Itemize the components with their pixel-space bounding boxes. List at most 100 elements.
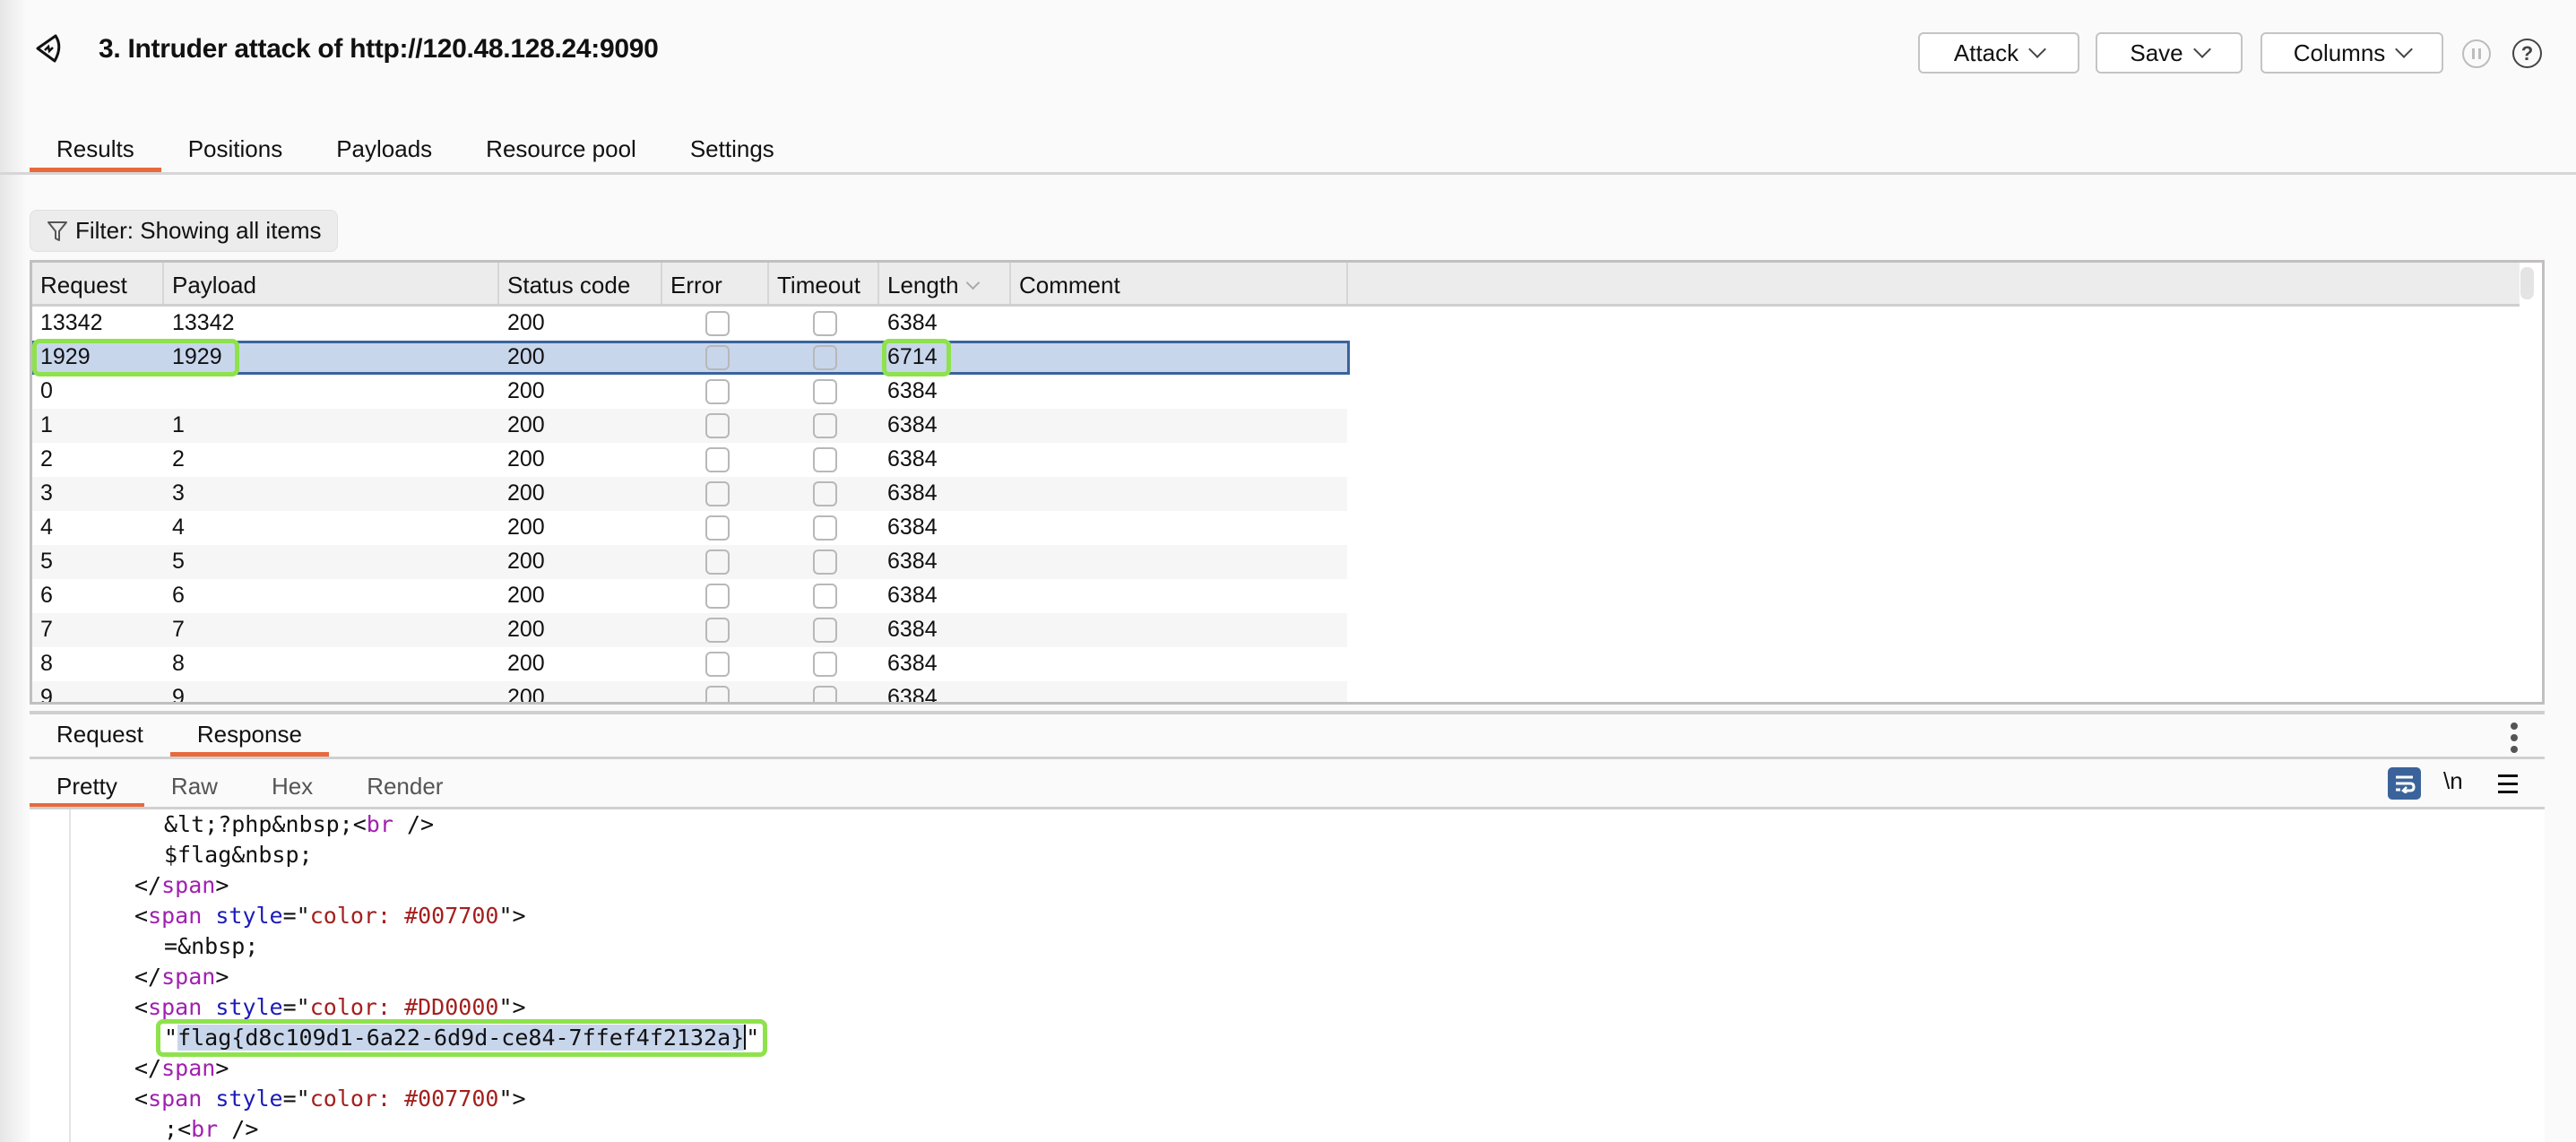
column-header-error[interactable]: Error — [662, 263, 769, 304]
error-checkbox[interactable] — [705, 345, 730, 370]
tab-render[interactable]: Render — [340, 767, 470, 808]
cell-status-code: 200 — [507, 651, 545, 676]
cell-length: 6384 — [887, 651, 938, 676]
table-row[interactable]: 1 1 200 6384 — [32, 409, 1347, 443]
tab-resource-pool[interactable]: Resource pool — [459, 130, 663, 172]
code-line: <span style="color: #DD0000"> — [134, 992, 526, 1023]
error-checkbox[interactable] — [705, 515, 730, 541]
timeout-checkbox[interactable] — [813, 652, 837, 677]
timeout-checkbox[interactable] — [813, 311, 837, 336]
table-row[interactable]: 0 200 6384 — [32, 375, 1347, 409]
table-row[interactable]: 4 4 200 6384 — [32, 511, 1347, 545]
error-checkbox[interactable] — [705, 481, 730, 506]
error-checkbox[interactable] — [705, 311, 730, 336]
column-header-length[interactable]: Length — [879, 263, 1011, 304]
table-row[interactable]: 8 8 200 6384 — [32, 647, 1347, 681]
code-token: /> — [218, 1116, 259, 1142]
tab-pretty[interactable]: Pretty — [30, 767, 144, 808]
save-menu-button[interactable]: Save — [2096, 32, 2243, 74]
table-row[interactable]: 5 5 200 6384 — [32, 545, 1347, 579]
error-checkbox[interactable] — [705, 686, 730, 702]
timeout-checkbox[interactable] — [813, 515, 837, 541]
code-token: " — [164, 1025, 178, 1051]
column-header-status-code[interactable]: Status code — [499, 263, 662, 304]
code-token: =&nbsp; — [164, 933, 259, 959]
hamburger-menu-icon[interactable] — [2498, 774, 2518, 793]
table-row[interactable]: 9 9 200 6384 — [32, 681, 1347, 702]
code-line: </span> — [134, 870, 229, 901]
tab-raw[interactable]: Raw — [144, 767, 245, 808]
cell-payload: 13342 — [172, 310, 235, 335]
tabs-divider — [0, 172, 2576, 175]
error-checkbox[interactable] — [705, 379, 730, 404]
table-row[interactable]: 13342 13342 200 6384 — [32, 307, 1347, 341]
timeout-checkbox[interactable] — [813, 379, 837, 404]
error-checkbox[interactable] — [705, 549, 730, 575]
column-header-comment[interactable]: Comment — [1011, 263, 1348, 304]
table-row[interactable]: 7 7 200 6384 — [32, 613, 1347, 647]
column-header-payload[interactable]: Payload — [164, 263, 499, 304]
timeout-checkbox[interactable] — [813, 481, 837, 506]
cell-status-code: 200 — [507, 344, 545, 369]
column-header-timeout[interactable]: Timeout — [769, 263, 879, 304]
timeout-checkbox[interactable] — [813, 686, 837, 702]
cell-length: 6384 — [887, 480, 938, 506]
code-token: &lt;?php&nbsp; — [164, 811, 353, 837]
cell-payload: 2 — [172, 446, 185, 472]
error-checkbox[interactable] — [705, 584, 730, 609]
table-row[interactable]: 2 2 200 6384 — [32, 443, 1347, 477]
show-newlines-toggle[interactable]: \n — [2443, 767, 2463, 795]
tab-hex[interactable]: Hex — [245, 767, 340, 808]
code-token: br — [191, 1116, 219, 1142]
table-row[interactable]: 6 6 200 6384 — [32, 579, 1347, 613]
timeout-checkbox[interactable] — [813, 584, 837, 609]
cell-length: 6384 — [887, 583, 938, 608]
tab-request[interactable]: Request — [30, 715, 170, 757]
error-checkbox[interactable] — [705, 413, 730, 438]
help-icon[interactable]: ? — [2512, 39, 2542, 68]
cell-request: 6 — [40, 583, 53, 608]
timeout-checkbox[interactable] — [813, 618, 837, 643]
table-row[interactable]: 1929 1929 200 6714 — [32, 339, 1350, 376]
tab-response[interactable]: Response — [169, 715, 329, 757]
cell-length: 6384 — [887, 446, 938, 472]
table-header: Request Payload Status code Error Timeou… — [32, 263, 2520, 307]
pane-splitter[interactable] — [30, 711, 2545, 714]
tab-positions[interactable]: Positions — [161, 130, 310, 172]
columns-menu-button[interactable]: Columns — [2260, 32, 2443, 74]
word-wrap-toggle[interactable] — [2388, 767, 2421, 800]
error-checkbox[interactable] — [705, 447, 730, 472]
tab-settings[interactable]: Settings — [663, 130, 801, 172]
intruder-icon[interactable] — [32, 32, 66, 66]
cell-request: 1 — [40, 412, 53, 437]
cell-request: 8 — [40, 651, 53, 676]
cell-payload: 5 — [172, 549, 185, 574]
highlight-length — [882, 339, 951, 376]
pause-icon[interactable] — [2462, 39, 2491, 68]
tab-payloads[interactable]: Payloads — [309, 130, 459, 172]
code-token: span — [161, 964, 216, 990]
filter-button[interactable]: Filter: Showing all items — [30, 210, 338, 252]
more-options-icon[interactable] — [2511, 722, 2520, 753]
code-token: /> — [393, 811, 435, 837]
code-token: ; — [164, 1116, 178, 1142]
highlight-request-payload — [32, 339, 239, 376]
error-checkbox[interactable] — [705, 652, 730, 677]
tab-results[interactable]: Results — [30, 130, 161, 172]
timeout-checkbox[interactable] — [813, 345, 837, 370]
error-checkbox[interactable] — [705, 618, 730, 643]
main-tabs: Results Positions Payloads Resource pool… — [30, 130, 801, 172]
timeout-checkbox[interactable] — [813, 447, 837, 472]
cell-request: 2 — [40, 446, 53, 472]
table-row[interactable]: 3 3 200 6384 — [32, 477, 1347, 511]
table-scrollbar[interactable] — [2520, 267, 2534, 299]
cell-length: 6384 — [887, 549, 938, 574]
timeout-checkbox[interactable] — [813, 413, 837, 438]
code-token: "> — [498, 994, 526, 1020]
code-token: </ — [134, 1055, 162, 1081]
column-header-request[interactable]: Request — [32, 263, 164, 304]
timeout-checkbox[interactable] — [813, 549, 837, 575]
attack-menu-button[interactable]: Attack — [1918, 32, 2079, 74]
response-editor[interactable]: &lt;?php&nbsp;<br /> $flag&nbsp; </span> <s… — [30, 809, 2545, 1142]
